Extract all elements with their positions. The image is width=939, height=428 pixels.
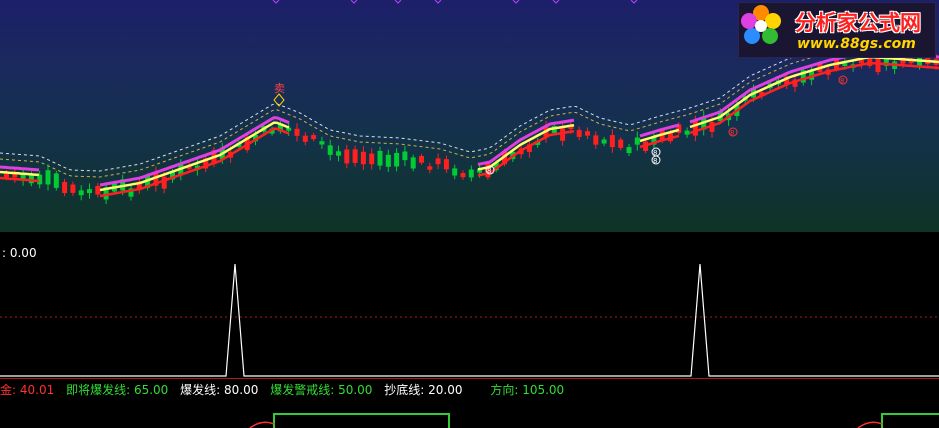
candle-body-72 [601,139,607,144]
bottom-curve-left [249,421,275,428]
bottom-box-right [881,413,939,428]
price-chart-panel[interactable]: 卖88888 分析家公式网 www.88gs.com [0,0,939,232]
signal-marker-label-3: 8 [730,129,734,137]
candle-body-53 [443,159,449,170]
candle-body-74 [618,139,624,148]
top-marker-1 [350,0,358,4]
candle-body-45 [377,150,383,166]
candle-body-54 [452,168,458,176]
logo-title: 分析家公式网 [795,11,921,35]
candle-body-9 [78,190,84,196]
indicator-value-readout: : 0.00 [2,246,37,260]
candle-body-83 [692,121,698,136]
candle-body-42 [352,149,358,163]
candle-body-7 [62,181,68,194]
dashed-ma-white [0,37,937,172]
candle-body-73 [609,135,615,148]
candle-body-75 [626,147,632,154]
top-marker-5 [552,0,560,4]
top-marker-4 [512,0,520,4]
logo-url[interactable]: www.88gs.com [797,36,916,52]
ma-line-magenta-1 [99,116,290,187]
candle-body-41 [344,149,350,164]
dashed-ma-yellow [0,43,937,178]
signal-marker-label-4: 8 [840,77,844,85]
candle-body-36 [302,135,308,142]
candle-body-69 [576,129,582,137]
top-marker-3 [434,0,442,4]
candle-body-50 [419,155,424,163]
candle-body-105 [875,57,881,73]
candle-body-71 [593,135,599,145]
candle-body-52 [435,158,441,165]
candle-body-39 [327,145,333,155]
indicator-spike-line [0,263,939,377]
bottom-curve-right [857,421,883,428]
candle-body-76 [634,137,640,145]
candle-body-5 [45,170,51,185]
bottom-indicator-panel[interactable]: 金: 40.01 即将爆发线: 65.00 爆发线: 80.00 爆发警戒线: … [0,379,939,428]
bottom-box-left [273,413,450,428]
top-marker-6 [630,0,638,4]
candle-body-47 [394,152,400,167]
candle-body-43 [360,151,366,165]
ma-line-magenta-0 [0,165,40,172]
candle-body-82 [684,130,690,135]
candle-body-19 [161,176,167,189]
candle-body-51 [427,166,433,170]
top-marker-0 [272,0,280,4]
bottom-indicator-svg [249,413,939,428]
candle-body-4 [37,174,43,185]
candle-body-10 [87,189,92,194]
candle-body-44 [369,153,375,165]
candle-body-70 [585,131,590,136]
candle-body-38 [319,141,325,145]
indicator-svg [0,263,939,377]
flower-icon [741,5,781,44]
top-marker-2 [394,0,402,4]
candle-body-67 [560,128,566,141]
sell-signal-label: 卖 [274,82,285,95]
signal-marker-label-2: 8 [653,157,657,165]
candle-body-46 [385,154,391,167]
candle-body-56 [468,169,474,178]
candle-body-49 [410,157,416,169]
candle-body-8 [70,184,76,193]
site-logo: 分析家公式网 www.88gs.com [738,2,936,58]
candle-body-40 [336,151,341,156]
candle-body-37 [311,135,317,140]
candle-body-48 [402,151,408,161]
candle-body-103 [858,60,864,64]
candle-body-11 [95,185,101,195]
signal-marker-label-0: 8 [487,167,491,175]
candle-body-35 [294,128,300,136]
candle-body-55 [460,173,466,178]
indicator-panel[interactable]: : 0.00 [0,243,939,379]
candle-body-6 [53,173,59,188]
